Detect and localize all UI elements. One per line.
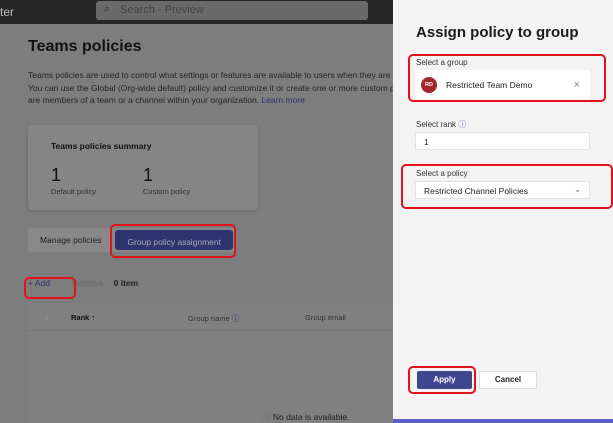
top-bar: ter ⌕ Search - Preview (0, 0, 393, 24)
highlight-box (408, 366, 476, 394)
description-line: are members of a team or a channel withi… (28, 95, 260, 105)
column-group-name[interactable]: Group name ⓘ (188, 313, 239, 324)
item-count: 0 item (113, 278, 139, 288)
rank-input[interactable]: 1 (415, 132, 590, 150)
highlight-box (401, 164, 613, 209)
panel-title: Assign policy to group (416, 24, 579, 41)
app-name: ter (0, 5, 15, 19)
bottom-accent-bar (393, 419, 613, 423)
default-policy-label: Default policy (51, 187, 97, 196)
highlight-box (110, 224, 236, 258)
remove-button[interactable]: Remove (72, 278, 104, 288)
select-all-checkbox[interactable]: ✓ (44, 313, 50, 322)
info-icon: ⓘ (262, 412, 273, 422)
search-placeholder: Search - Preview (120, 4, 204, 16)
table-header: ✓ Rank ↑ Group name ⓘ Group email (28, 303, 393, 331)
rank-label-text: Select rank (416, 120, 457, 129)
highlight-box (24, 277, 76, 299)
tab-manage-policies[interactable]: Manage policies (28, 228, 113, 252)
summary-title: Teams policies summary (51, 141, 152, 151)
default-policy-count: 1 (51, 165, 62, 185)
assign-policy-panel: Assign policy to group Select a group RD… (393, 0, 613, 423)
learn-more-link[interactable]: Learn more (261, 95, 304, 105)
search-icon: ⌕ (104, 3, 111, 15)
highlight-box (408, 54, 606, 102)
group-table: ✓ Rank ↑ Group name ⓘ Group email (28, 303, 393, 423)
column-rank[interactable]: Rank ↑ (71, 313, 95, 322)
info-icon: ⓘ (231, 314, 240, 323)
empty-state: ⓘ No data is available. (262, 411, 349, 423)
rank-label: Rank (71, 313, 90, 322)
rank-label: Select rank ⓘ (416, 119, 466, 130)
description-line: Teams policies are used to control what … (28, 70, 414, 80)
cancel-button[interactable]: Cancel (479, 371, 537, 389)
summary-card: Teams policies summary 1 Default policy … (28, 125, 258, 210)
custom-policy-label: Custom policy (143, 187, 191, 196)
page-description: Teams policies are used to control what … (28, 69, 414, 107)
description-line: You can use the Global (Org-wide default… (28, 82, 408, 93)
page-title: Teams policies (28, 38, 142, 55)
search-input[interactable]: ⌕ Search - Preview (96, 1, 368, 20)
info-icon: ⓘ (458, 120, 467, 129)
custom-policy-count: 1 (143, 165, 154, 185)
group-name-label: Group name (188, 314, 230, 323)
column-group-email[interactable]: Group email (305, 313, 346, 322)
empty-text: No data is available. (272, 412, 350, 422)
